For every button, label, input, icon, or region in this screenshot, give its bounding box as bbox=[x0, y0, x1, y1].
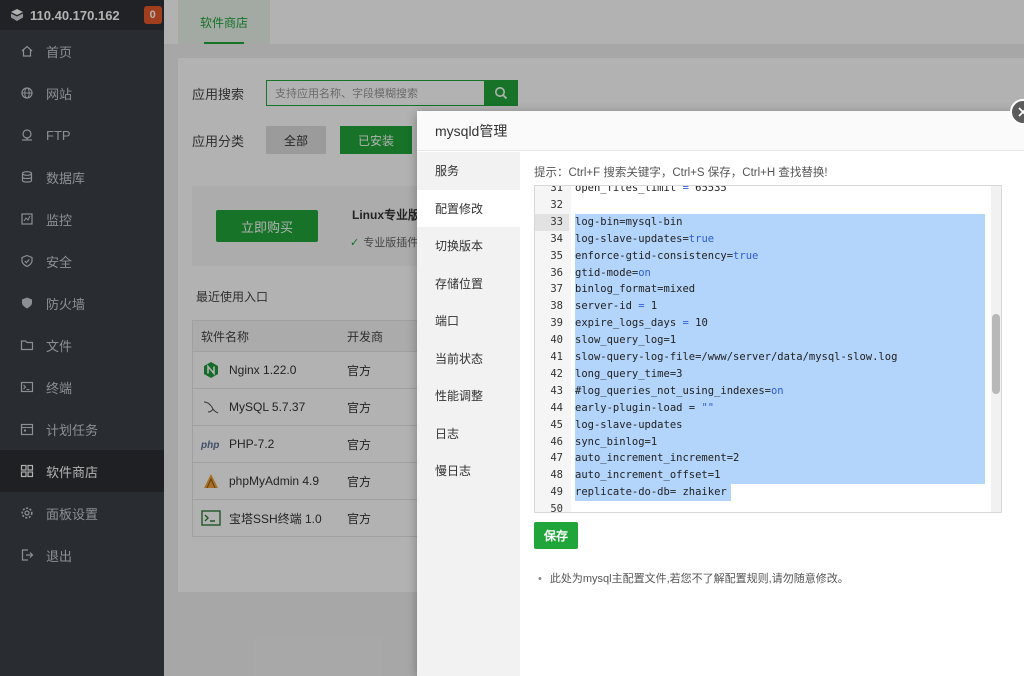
code-line: 45 log-slave-updates bbox=[535, 416, 985, 434]
code-line: 48 auto_increment_offset=1 bbox=[535, 467, 985, 485]
code-line: 43 #log_queries_not_using_indexes=on bbox=[535, 382, 985, 400]
line-text: early-plugin-load = "" bbox=[575, 399, 985, 417]
code-line: 42 long_query_time=3 bbox=[535, 365, 985, 383]
line-text: expire_logs_days = 10 bbox=[575, 315, 985, 333]
line-text: open_files_limit = 65535 bbox=[575, 185, 727, 194]
modal-nav-item[interactable]: 切换版本 bbox=[417, 227, 520, 265]
shortcut-tip: 提示：Ctrl+F 搜索关键字，Ctrl+S 保存，Ctrl+H 查找替换! bbox=[534, 167, 828, 179]
line-text: gtid-mode=on bbox=[575, 264, 985, 282]
line-number: 31 bbox=[550, 185, 563, 194]
code-line: 37 binlog_format=mixed bbox=[535, 281, 985, 299]
line-number: 34 bbox=[550, 232, 563, 245]
line-number: 48 bbox=[550, 469, 563, 482]
line-text: slow-query-log-file=/www/server/data/mys… bbox=[575, 349, 985, 366]
line-text: log-bin=mysql-bin bbox=[575, 213, 985, 231]
mysqld-modal: mysqld管理 服务 配置修改 切换版本 存储位置 端口 当前状态 性能调整 日志 慢日志 提… bbox=[417, 111, 1024, 676]
code-line: 32 bbox=[535, 197, 985, 214]
line-number: 41 bbox=[550, 351, 563, 363]
code-line: 34 log-slave-updates=true bbox=[535, 230, 985, 248]
code-line: 39 expire_logs_days = 10 bbox=[535, 315, 985, 333]
line-text: enforce-gtid-consistency=true bbox=[575, 247, 985, 265]
line-number: 32 bbox=[550, 198, 563, 211]
line-text: log-slave-updates bbox=[575, 416, 985, 434]
modal-nav-item[interactable]: 性能调整 bbox=[417, 377, 520, 415]
code-line: 47 auto_increment_increment=2 bbox=[535, 450, 985, 468]
line-text: binlog_format=mixed bbox=[575, 281, 985, 299]
modal-nav-item[interactable]: 服务 bbox=[417, 152, 520, 190]
modal-nav-item[interactable]: 慢日志 bbox=[417, 452, 520, 490]
code-line: 49 replicate-do-db= zhaiker bbox=[535, 484, 985, 502]
line-text: replicate-do-db= zhaiker bbox=[575, 484, 731, 502]
code-line: 46 sync_binlog=1 bbox=[535, 433, 985, 451]
code-line: 50 bbox=[535, 501, 985, 513]
modal-nav-item[interactable]: 当前状态 bbox=[417, 340, 520, 378]
line-number: 44 bbox=[550, 401, 563, 414]
code-line: 41 slow-query-log-file=/www/server/data/m… bbox=[535, 349, 985, 366]
line-text: slow_query_log=1 bbox=[575, 332, 985, 349]
line-text: long_query_time=3 bbox=[575, 365, 985, 383]
line-number: 50 bbox=[550, 503, 563, 513]
editor-scrollbar[interactable] bbox=[991, 186, 1001, 512]
line-number: 49 bbox=[550, 486, 563, 499]
line-number: 42 bbox=[550, 367, 563, 380]
modal-nav: 服务 配置修改 切换版本 存储位置 端口 当前状态 性能调整 日志 慢日志 bbox=[417, 152, 520, 676]
code-line: 33 log-bin=mysql-bin bbox=[535, 213, 985, 231]
line-text: sync_binlog=1 bbox=[575, 433, 985, 451]
modal-body: 提示：Ctrl+F 搜索关键字，Ctrl+S 保存，Ctrl+H 查找替换! 3… bbox=[520, 152, 1024, 676]
line-number: 43 bbox=[550, 384, 563, 397]
modal-nav-item[interactable]: 配置修改 bbox=[417, 189, 520, 227]
scrollbar-thumb[interactable] bbox=[992, 314, 1000, 394]
modal-nav-item[interactable]: 日志 bbox=[417, 415, 520, 453]
modal-title: mysqld管理 bbox=[417, 111, 1024, 151]
code-line: 38 server-id = 1 bbox=[535, 298, 985, 316]
modal-nav-item[interactable]: 存储位置 bbox=[417, 265, 520, 303]
line-number: 46 bbox=[550, 435, 563, 448]
code-line: 31 open_files_limit = 65535 bbox=[535, 185, 985, 197]
line-number: 37 bbox=[550, 283, 563, 296]
modal-nav-item[interactable]: 端口 bbox=[417, 302, 520, 340]
line-text: #log_queries_not_using_indexes=on bbox=[575, 382, 985, 400]
close-icon bbox=[1018, 107, 1024, 117]
config-note: 此处为mysql主配置文件,若您不了解配置规则,请勿随意修改。 bbox=[538, 570, 849, 586]
line-text: auto_increment_offset=1 bbox=[575, 467, 985, 485]
line-number: 40 bbox=[550, 334, 563, 347]
code-line: 44 early-plugin-load = "" bbox=[535, 399, 985, 417]
line-number: 47 bbox=[550, 452, 563, 465]
line-text: log-slave-updates=true bbox=[575, 230, 985, 248]
line-number: 39 bbox=[550, 317, 563, 330]
save-button[interactable]: 保存 bbox=[534, 522, 578, 549]
code-line: 40 slow_query_log=1 bbox=[535, 332, 985, 349]
line-text: server-id = 1 bbox=[575, 298, 985, 316]
config-editor[interactable]: 31 open_files_limit = 65535 32 33 log-bin=my… bbox=[534, 185, 1002, 513]
line-number: 33 bbox=[535, 213, 569, 231]
line-number: 36 bbox=[550, 266, 563, 279]
code-line: 36 gtid-mode=on bbox=[535, 264, 985, 282]
line-number: 45 bbox=[550, 418, 563, 431]
code-line: 35 enforce-gtid-consistency=true bbox=[535, 247, 985, 265]
line-number: 35 bbox=[550, 249, 563, 262]
line-number: 38 bbox=[550, 300, 563, 313]
line-text: auto_increment_increment=2 bbox=[575, 450, 985, 468]
